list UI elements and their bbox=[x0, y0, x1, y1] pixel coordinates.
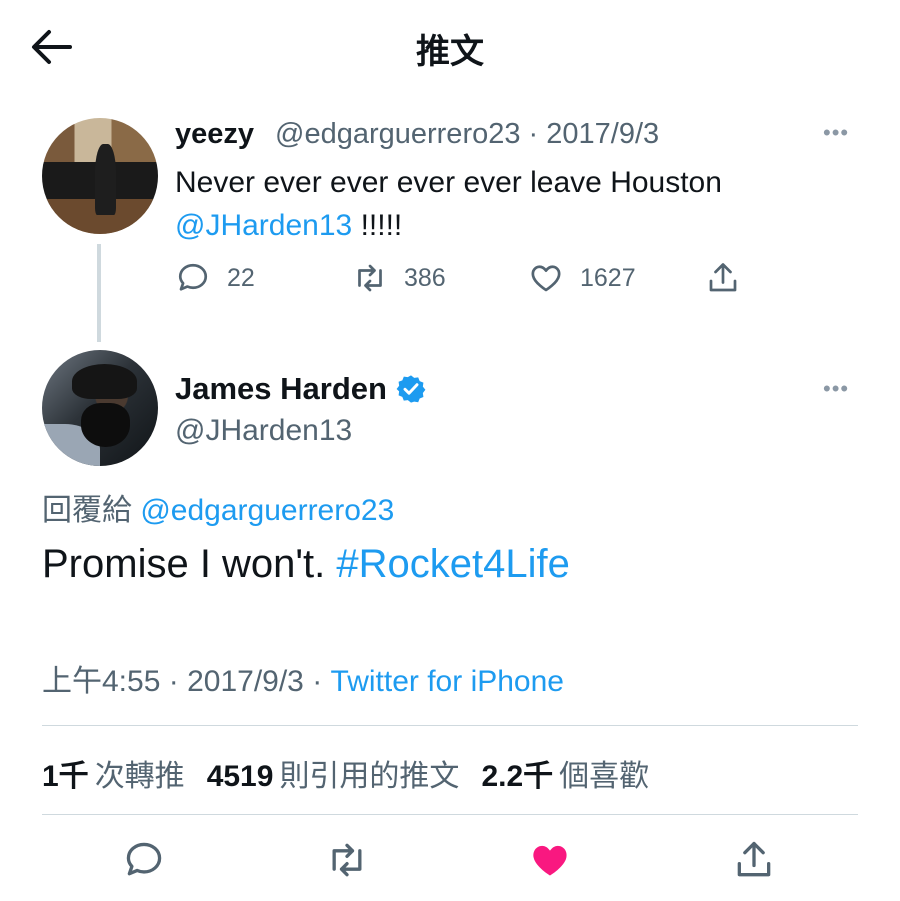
retweet-icon bbox=[332, 843, 362, 877]
reply-icon bbox=[178, 263, 208, 291]
likes-count[interactable]: 2.2千 bbox=[481, 751, 553, 795]
divider bbox=[42, 814, 858, 815]
retweet-icon bbox=[358, 264, 382, 292]
avatar-james-harden[interactable] bbox=[42, 350, 158, 466]
main-author[interactable]: James Harden bbox=[175, 371, 427, 407]
quoted-date[interactable]: 2017/9/3 bbox=[546, 118, 659, 150]
reply-icon bbox=[126, 842, 162, 876]
tweet-date[interactable]: 2017/9/3 bbox=[187, 665, 304, 698]
more-icon: ••• bbox=[823, 120, 850, 145]
more-icon: ••• bbox=[823, 376, 850, 401]
quoted-mention-link[interactable]: @JHarden13 bbox=[175, 209, 352, 242]
quoted-reply-button[interactable]: 22 bbox=[175, 260, 255, 296]
like-button[interactable] bbox=[528, 838, 572, 882]
quotes-label[interactable]: 則引用的推文 bbox=[279, 751, 459, 795]
reply-context: 回覆給 @edgarguerrero23 bbox=[42, 485, 394, 529]
quoted-like-button[interactable]: 1627 bbox=[528, 260, 636, 296]
quoted-more-button[interactable]: ••• bbox=[823, 120, 849, 146]
share-icon bbox=[709, 263, 737, 292]
quoted-retweet-count: 386 bbox=[404, 263, 446, 292]
likes-label[interactable]: 個喜歡 bbox=[559, 751, 649, 795]
tweet-time[interactable]: 上午4:55 bbox=[42, 665, 160, 698]
reply-prefix: 回覆給 bbox=[42, 494, 132, 527]
quoted-handle-and-date: @edgarguerrero23 · 2017/9/3 bbox=[275, 118, 659, 151]
thread-connector-line bbox=[97, 244, 101, 342]
quoted-retweet-button[interactable]: 386 bbox=[352, 260, 446, 296]
tweet-source-link[interactable]: Twitter for iPhone bbox=[331, 665, 564, 698]
avatar-yeezy[interactable] bbox=[42, 118, 158, 234]
quoted-share-button[interactable] bbox=[705, 260, 741, 296]
verified-badge-icon bbox=[396, 375, 426, 403]
quoted-handle[interactable]: @edgarguerrero23 bbox=[275, 118, 520, 150]
main-tweet-text: Promise I won't. #Rocket4Life bbox=[42, 542, 570, 587]
quoted-like-count: 1627 bbox=[580, 263, 636, 292]
quoted-display-name[interactable]: yeezy bbox=[175, 118, 254, 151]
main-handle[interactable]: @JHarden13 bbox=[175, 414, 352, 448]
main-display-name[interactable]: James Harden bbox=[175, 371, 387, 407]
tweet-meta: 上午4:55 · 2017/9/3 · Twitter for iPhone bbox=[42, 656, 564, 700]
meta-separator: · bbox=[168, 665, 179, 698]
share-icon bbox=[737, 841, 771, 877]
divider bbox=[42, 725, 858, 726]
retweets-count[interactable]: 1千 bbox=[42, 751, 89, 795]
quoted-date-separator: · bbox=[528, 118, 539, 150]
quoted-text-suffix: !!!!! bbox=[360, 209, 403, 242]
quoted-text-line1: Never ever ever ever ever leave Houston bbox=[175, 166, 722, 199]
page-title: 推文 bbox=[416, 33, 484, 71]
like-icon bbox=[531, 265, 561, 292]
quoted-reply-count: 22 bbox=[227, 263, 255, 292]
quoted-tweet-text: Never ever ever ever ever leave Houston … bbox=[175, 161, 815, 247]
engagement-stats: 1千 次轉推 4519 則引用的推文 2.2千 個喜歡 bbox=[42, 751, 671, 795]
quotes-count[interactable]: 4519 bbox=[207, 760, 274, 794]
hashtag-link[interactable]: #Rocket4Life bbox=[336, 542, 569, 586]
like-filled-icon bbox=[533, 845, 567, 876]
retweets-label[interactable]: 次轉推 bbox=[95, 751, 185, 795]
share-button[interactable] bbox=[732, 838, 776, 882]
meta-separator: · bbox=[312, 665, 323, 698]
reply-button[interactable] bbox=[122, 838, 166, 882]
retweet-button[interactable] bbox=[325, 838, 369, 882]
quoted-text-line2: @JHarden13 !!!!! bbox=[175, 204, 815, 247]
main-text-body: Promise I won't. bbox=[42, 542, 326, 586]
reply-handle-link[interactable]: @edgarguerrero23 bbox=[140, 494, 394, 527]
main-more-button[interactable]: ••• bbox=[823, 376, 849, 402]
